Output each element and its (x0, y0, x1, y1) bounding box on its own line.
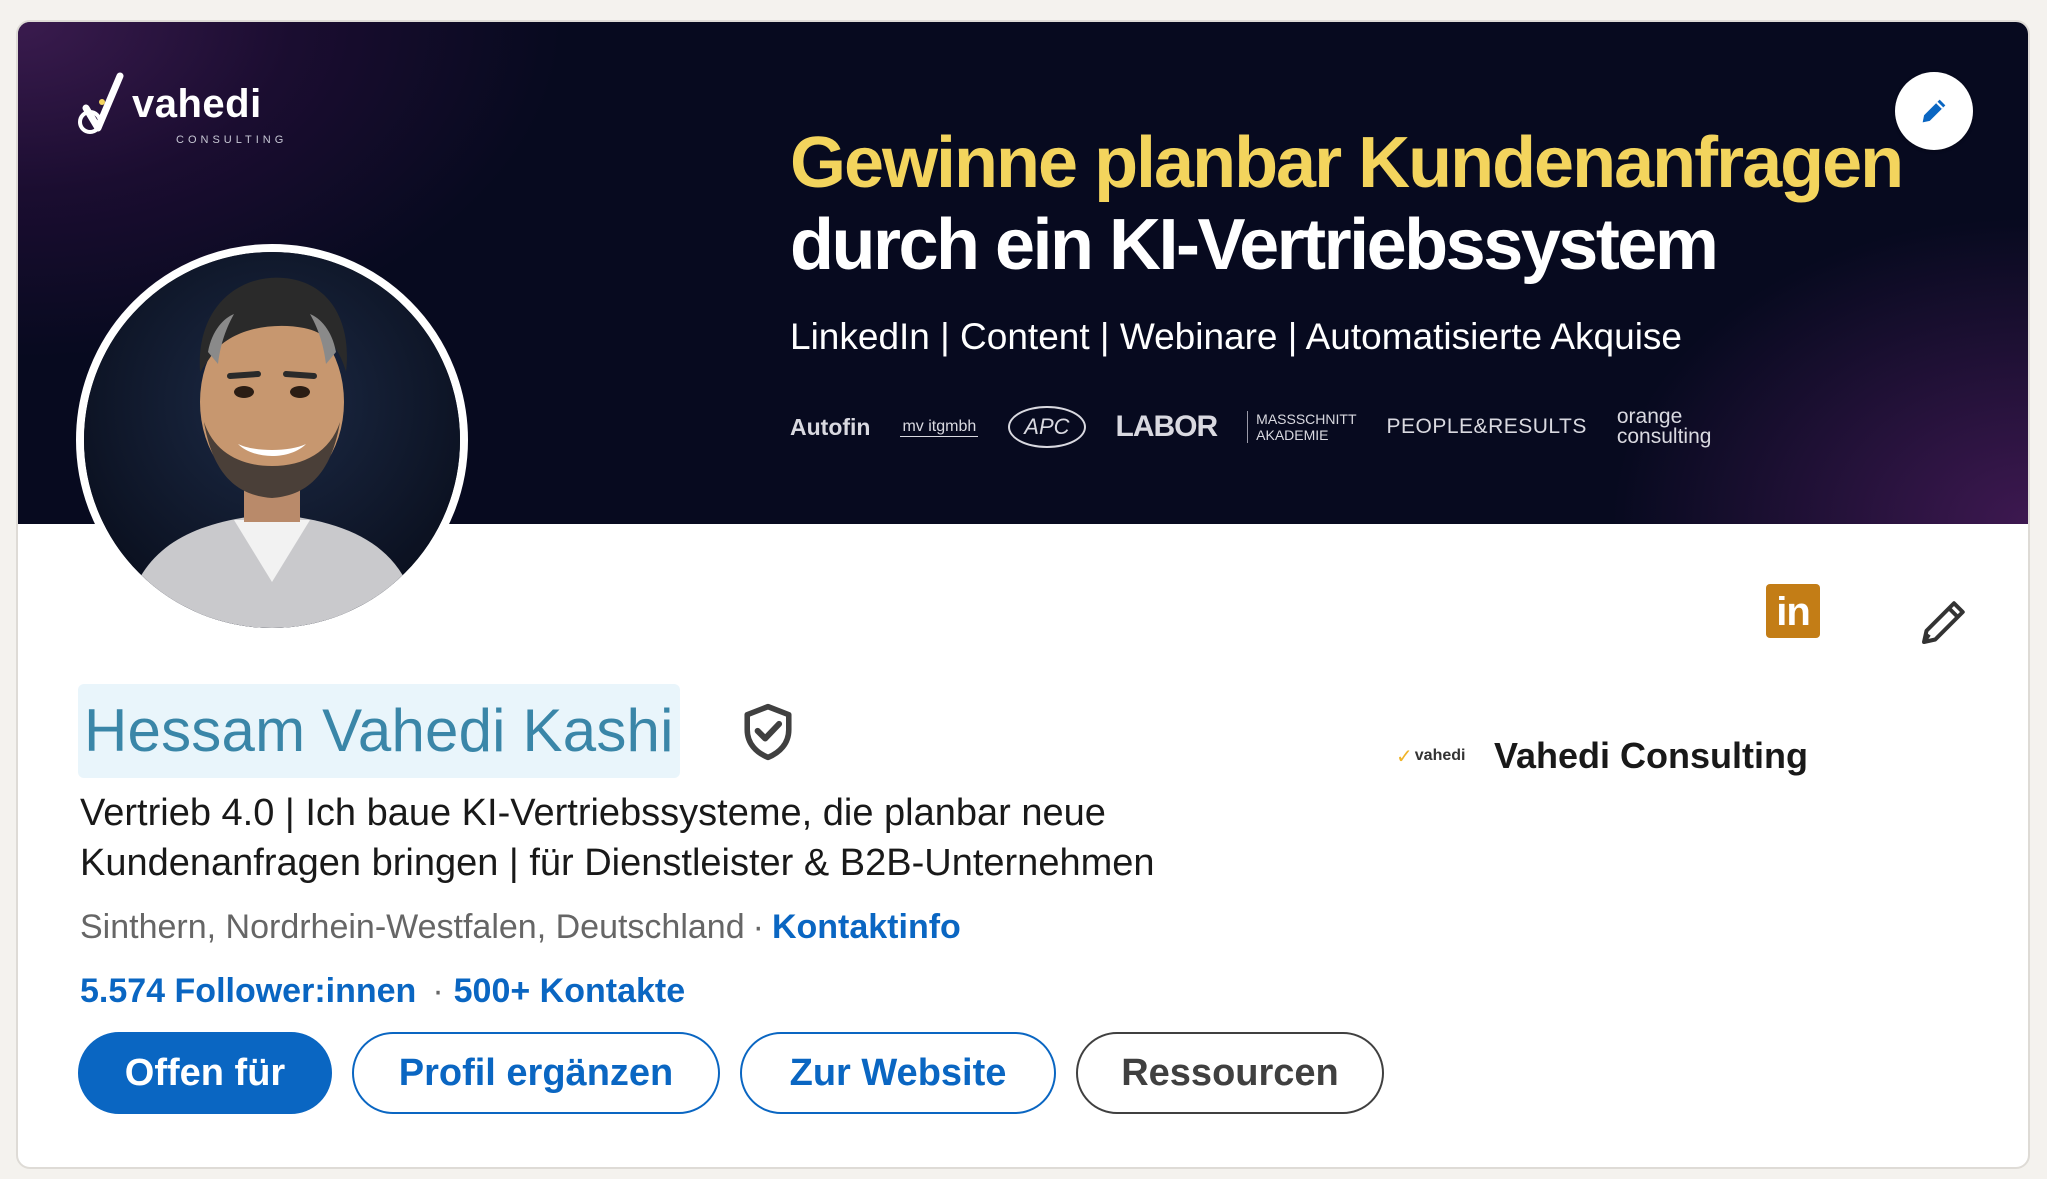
client-logo-orange: orange consulting (1616, 406, 1712, 448)
client-logo-apc: APC (1008, 406, 1086, 448)
brand-logo: vahedi CONSULTING (76, 60, 316, 150)
profile-name-highlight: Hessam Vahedi Kashi (78, 684, 680, 778)
pencil-icon (1922, 601, 1965, 644)
profile-photo-image (84, 252, 460, 628)
network-stats: 5.574 Follower:innen · 500+ Kontakte (80, 972, 685, 1011)
profile-name: Hessam Vahedi Kashi (84, 697, 674, 764)
followers-link[interactable]: 5.574 Follower:innen (80, 972, 416, 1010)
separator-dot: · (752, 908, 764, 946)
client-logos: Autofin mv itgmbh APC LABOR MASSSCHNITT … (790, 397, 1711, 457)
brand-subtitle: CONSULTING (176, 134, 288, 146)
massschnitt-line-1: MASSSCHNITT (1256, 411, 1357, 427)
banner-subline: LinkedIn | Content | Webinare | Automati… (790, 316, 1682, 357)
banner-headline-1: Gewinne planbar Kundenanfragen (790, 123, 1904, 203)
contact-info-link[interactable]: Kontaktinfo (772, 908, 961, 946)
linkedin-premium-badge[interactable]: in (1766, 584, 1820, 638)
massschnitt-line-2: AKADEMIE (1256, 427, 1329, 443)
separator-dot: · (432, 972, 444, 1010)
company-check-icon: ✓ (1396, 745, 1413, 768)
brand-check-icon (78, 72, 124, 134)
banner-headline-2: durch ein KI-Vertriebssystem (790, 205, 1719, 285)
resources-button[interactable]: Ressourcen (1076, 1032, 1384, 1114)
profile-headline: Vertrieb 4.0 | Ich baue KI-Vertriebssyst… (80, 792, 1155, 884)
company-logo: ✓ vahedi (1396, 736, 1480, 776)
website-button[interactable]: Zur Website (740, 1032, 1056, 1114)
edit-profile-button[interactable] (1906, 584, 1982, 660)
profile-card: vahedi CONSULTING Gewinne planbar Kunden… (16, 20, 2030, 1169)
shield-check-icon[interactable] (740, 702, 796, 762)
client-logo-people-results: PEOPLE&RESULTS (1386, 415, 1587, 438)
orange-line-2: consulting (1616, 425, 1712, 448)
complete-profile-button[interactable]: Profil ergänzen (352, 1032, 720, 1114)
company-logo-text: vahedi (1414, 747, 1466, 764)
brand-name: vahedi (132, 82, 262, 126)
profile-location: Sinthern, Nordrhein-Westfalen, Deutschla… (80, 908, 745, 946)
current-company[interactable]: ✓ vahedi Vahedi Consulting (1396, 728, 1808, 784)
profile-actions: Offen für Profil ergänzen Zur Website Re… (78, 1032, 1384, 1114)
location-line: Sinthern, Nordrhein-Westfalen, Deutschla… (80, 908, 961, 947)
connections-link[interactable]: 500+ Kontakte (454, 972, 686, 1010)
pencil-icon (1922, 99, 1946, 123)
client-logo-autofin: Autofin (790, 413, 871, 440)
edit-banner-button[interactable] (1895, 72, 1973, 150)
open-to-button[interactable]: Offen für (78, 1032, 332, 1114)
client-logo-mv: mv itgmbh (900, 417, 979, 437)
client-logo-massschnitt: MASSSCHNITT AKADEMIE (1247, 411, 1357, 443)
profile-photo[interactable] (76, 244, 468, 636)
company-name: Vahedi Consulting (1494, 735, 1809, 776)
client-logo-labor: LABOR (1115, 410, 1219, 443)
linkedin-icon: in (1776, 590, 1811, 634)
